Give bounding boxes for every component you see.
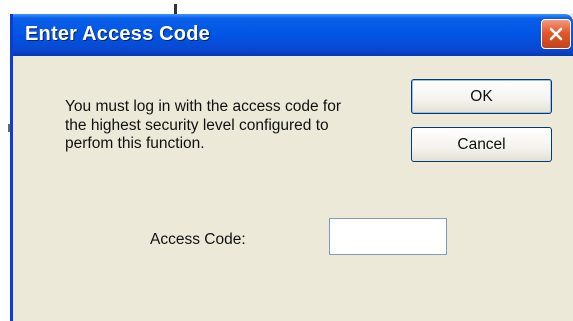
close-button[interactable]: [541, 19, 571, 49]
access-code-dialog: Enter Access Code You must log in with t…: [10, 14, 573, 321]
close-x-icon: [549, 27, 563, 41]
ok-button[interactable]: OK: [411, 79, 552, 114]
instruction-message: You must log in with the access code for…: [65, 98, 341, 152]
access-code-label: Access Code:: [150, 231, 246, 248]
dialog-title: Enter Access Code: [25, 23, 210, 45]
title-bar[interactable]: Enter Access Code: [13, 14, 573, 56]
access-code-input[interactable]: [329, 218, 447, 255]
screen-edge-artifact: [174, 4, 177, 14]
cancel-button[interactable]: Cancel: [411, 127, 552, 162]
